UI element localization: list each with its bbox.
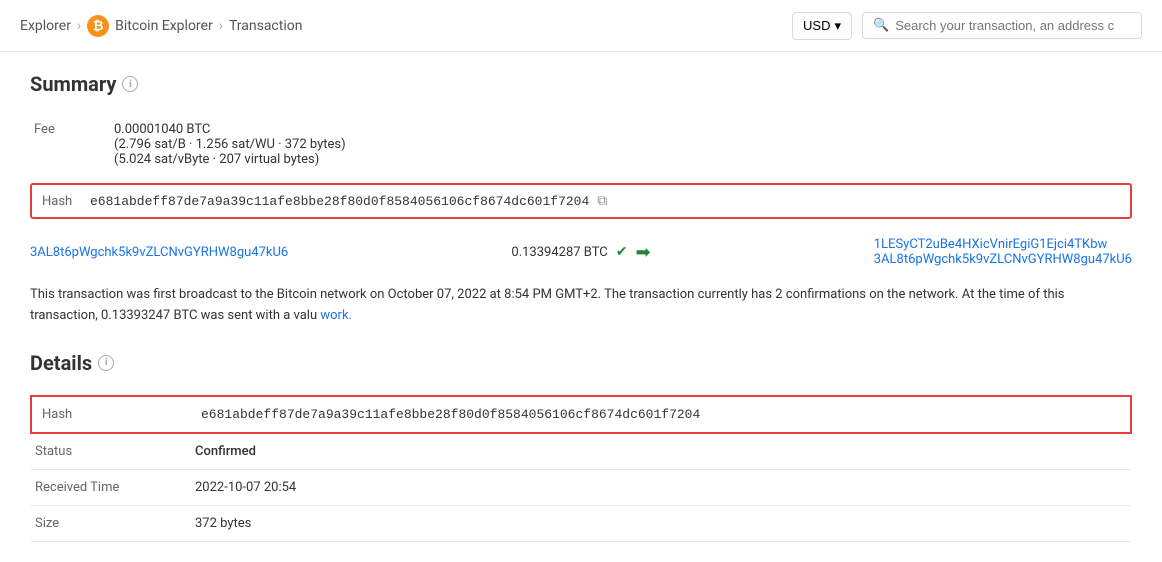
to-address-1-link[interactable]: 1LESyCT2uBe4HXicVnirEgiG1Ejci4TKbw <box>874 237 1132 252</box>
details-hash-label: Hash <box>31 396 191 433</box>
details-size-row: Size 372 bytes <box>31 505 1131 541</box>
breadcrumb: Explorer › ₿ Bitcoin Explorer › Transact… <box>20 15 302 37</box>
search-icon: 🔍 <box>873 18 889 33</box>
breadcrumb-sep-1: › <box>77 18 81 34</box>
details-hash-value: e681abdeff87de7a9a39c11afe8bbe28f80d0f85… <box>191 396 1131 433</box>
summary-fee-table: Fee 0.00001040 BTC (2.796 sat/B · 1.256 … <box>30 116 1132 173</box>
currency-dropdown[interactable]: USD ▾ <box>792 12 852 40</box>
chevron-down-icon: ▾ <box>834 18 841 34</box>
hash-label: Hash <box>42 194 82 209</box>
summary-heading: Summary i <box>30 72 1132 96</box>
details-title: Details <box>30 351 92 375</box>
page-header: Explorer › ₿ Bitcoin Explorer › Transact… <box>0 0 1162 52</box>
details-status-row: Status Confirmed <box>31 433 1131 470</box>
search-input[interactable] <box>895 18 1131 33</box>
breadcrumb-current-page: Transaction <box>229 18 303 34</box>
search-box[interactable]: 🔍 <box>862 12 1142 39</box>
page-content: Summary i Fee 0.00001040 BTC (2.796 sat/… <box>0 52 1162 562</box>
summary-info-icon[interactable]: i <box>122 76 138 92</box>
details-size-label: Size <box>31 505 191 541</box>
tx-description: This transaction was first broadcast to … <box>30 285 1132 327</box>
details-hash-row: Hash e681abdeff87de7a9a39c11afe8bbe28f80… <box>31 396 1131 433</box>
to-address-2-link[interactable]: 3AL8t6pWgchk5k9vZLCNvGYRHW8gu47kU6 <box>874 252 1132 267</box>
details-received-time-label: Received Time <box>31 469 191 505</box>
details-info-icon[interactable]: i <box>98 355 114 371</box>
tx-amount: 0.13394287 BTC <box>511 245 607 260</box>
summary-title: Summary <box>30 72 116 96</box>
bitcoin-logo-icon: ₿ <box>87 15 109 37</box>
currency-label: USD <box>803 18 830 33</box>
tx-flow-from: 3AL8t6pWgchk5k9vZLCNvGYRHW8gu47kU6 <box>30 245 288 260</box>
tx-flow: 3AL8t6pWgchk5k9vZLCNvGYRHW8gu47kU6 0.133… <box>30 233 1132 271</box>
fee-label: Fee <box>30 116 110 173</box>
tx-flow-center: 0.13394287 BTC ✔ ➡ <box>511 242 650 263</box>
tx-description-link[interactable]: work. <box>320 308 352 323</box>
tx-description-text: This transaction was first broadcast to … <box>30 287 1065 323</box>
details-size-value: 372 bytes <box>191 505 1131 541</box>
details-heading: Details i <box>30 351 1132 375</box>
details-status-label: Status <box>31 433 191 470</box>
breadcrumb-bitcoin-explorer[interactable]: Bitcoin Explorer <box>115 18 213 34</box>
fee-row: Fee 0.00001040 BTC (2.796 sat/B · 1.256 … <box>30 116 1132 173</box>
breadcrumb-sep-2: › <box>219 18 223 34</box>
fee-value: 0.00001040 BTC (2.796 sat/B · 1.256 sat/… <box>110 116 1132 173</box>
hash-value: e681abdeff87de7a9a39c11afe8bbe28f80d0f85… <box>90 194 589 209</box>
header-right: USD ▾ 🔍 <box>792 12 1142 40</box>
details-table: Hash e681abdeff87de7a9a39c11afe8bbe28f80… <box>30 395 1132 542</box>
details-status-value: Confirmed <box>191 433 1131 470</box>
details-received-time-value: 2022-10-07 20:54 <box>191 469 1131 505</box>
breadcrumb-explorer[interactable]: Explorer <box>20 18 71 34</box>
summary-hash-row: Hash e681abdeff87de7a9a39c11afe8bbe28f80… <box>30 183 1132 219</box>
tx-flow-to: 1LESyCT2uBe4HXicVnirEgiG1Ejci4TKbw 3AL8t… <box>874 237 1132 267</box>
details-received-time-row: Received Time 2022-10-07 20:54 <box>31 469 1131 505</box>
copy-icon[interactable]: ⧉ <box>597 193 607 209</box>
arrow-right-icon: ➡ <box>636 242 651 263</box>
from-address-link[interactable]: 3AL8t6pWgchk5k9vZLCNvGYRHW8gu47kU6 <box>30 245 288 260</box>
btc-confirm-icon: ✔ <box>616 244 628 260</box>
